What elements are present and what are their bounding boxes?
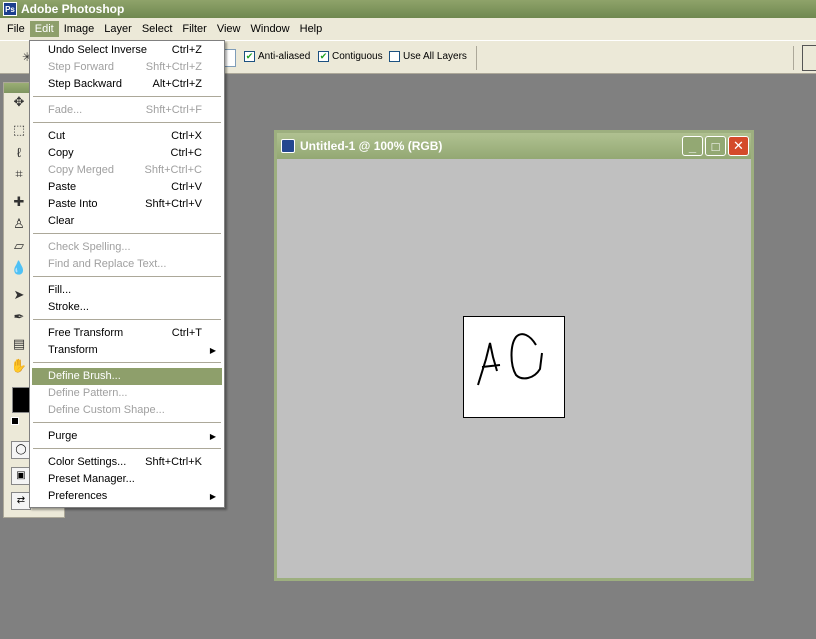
menu-item-purge[interactable]: Purge ▶: [32, 428, 222, 445]
hand-tool-icon[interactable]: ✋: [10, 357, 28, 375]
edit-menu-dropdown: Undo Select Inverse Ctrl+Z Step Forward …: [29, 40, 225, 508]
menu-layer[interactable]: Layer: [99, 21, 137, 37]
menu-item-undo[interactable]: Undo Select Inverse Ctrl+Z: [32, 42, 222, 59]
menu-separator: [33, 422, 221, 423]
blur-tool-icon[interactable]: 💧: [10, 259, 28, 277]
healing-brush-icon[interactable]: ✚: [10, 193, 28, 211]
menu-separator: [33, 448, 221, 449]
menu-item-copy[interactable]: Copy Ctrl+C: [32, 145, 222, 162]
menu-help[interactable]: Help: [295, 21, 328, 37]
document-window: Untitled-1 @ 100% (RGB) _ □ ✕: [274, 130, 754, 581]
close-button[interactable]: ✕: [728, 136, 749, 156]
menu-item-color-settings[interactable]: Color Settings... Shft+Ctrl+K: [32, 454, 222, 471]
contiguous-checkbox[interactable]: ✔ Contiguous: [318, 51, 383, 62]
menu-item-copy-merged[interactable]: Copy Merged Shft+Ctrl+C: [32, 162, 222, 179]
lasso-tool-icon[interactable]: ℓ: [10, 144, 28, 162]
menu-item-paste-into[interactable]: Paste Into Shft+Ctrl+V: [32, 196, 222, 213]
app-titlebar[interactable]: Ps Adobe Photoshop: [0, 0, 816, 18]
marquee-tool-icon[interactable]: ⬚: [10, 121, 28, 139]
document-title: Untitled-1 @ 100% (RGB): [300, 139, 443, 153]
menu-item-define-pattern[interactable]: Define Pattern...: [32, 385, 222, 402]
options-divider: [793, 46, 794, 70]
tolerance-field[interactable]: [224, 49, 236, 67]
menu-separator: [33, 362, 221, 363]
anti-aliased-label: Anti-aliased: [258, 51, 311, 62]
minimize-button[interactable]: _: [682, 136, 703, 156]
menu-edit[interactable]: Edit: [29, 21, 59, 37]
menu-item-define-custom-shape[interactable]: Define Custom Shape...: [32, 402, 222, 419]
menu-select[interactable]: Select: [137, 21, 178, 37]
menu-item-preset-manager[interactable]: Preset Manager...: [32, 471, 222, 488]
menu-item-transform[interactable]: Transform ▶: [32, 342, 222, 359]
document-titlebar[interactable]: Untitled-1 @ 100% (RGB): [277, 133, 751, 159]
move-tool-icon[interactable]: ✥: [10, 93, 28, 111]
menu-item-preferences[interactable]: Preferences ▶: [32, 488, 222, 505]
menu-file[interactable]: File: [2, 21, 30, 37]
menu-view[interactable]: View: [212, 21, 246, 37]
path-select-icon[interactable]: ➤: [10, 286, 28, 304]
menu-separator: [33, 276, 221, 277]
submenu-arrow-icon: ▶: [209, 492, 216, 501]
menu-separator: [33, 319, 221, 320]
menu-image[interactable]: Image: [59, 21, 100, 37]
checkbox-check-icon: ✔: [244, 51, 255, 62]
crop-tool-icon[interactable]: ⌗: [10, 165, 28, 183]
maximize-button[interactable]: □: [705, 136, 726, 156]
use-all-layers-label: Use All Layers: [403, 51, 467, 62]
contiguous-label: Contiguous: [332, 51, 383, 62]
menu-item-define-brush[interactable]: Define Brush...: [32, 368, 222, 385]
checkbox-empty-icon: [389, 51, 400, 62]
document-icon: [281, 139, 295, 153]
screen-mode-icon[interactable]: ▣: [11, 467, 31, 485]
menubar: File Edit Image Layer Select Filter View…: [0, 18, 816, 40]
menu-item-clear[interactable]: Clear: [32, 213, 222, 230]
menu-filter[interactable]: Filter: [177, 21, 211, 37]
menu-window[interactable]: Window: [246, 21, 295, 37]
use-all-layers-checkbox[interactable]: Use All Layers: [389, 51, 467, 62]
menu-separator: [33, 233, 221, 234]
submenu-arrow-icon: ▶: [209, 432, 216, 441]
options-divider: [476, 46, 477, 70]
menu-item-cut[interactable]: Cut Ctrl+X: [32, 128, 222, 145]
menu-item-stroke[interactable]: Stroke...: [32, 299, 222, 316]
menu-item-check-spelling[interactable]: Check Spelling...: [32, 239, 222, 256]
menu-item-free-transform[interactable]: Free Transform Ctrl+T: [32, 325, 222, 342]
menu-item-fade[interactable]: Fade... Shft+Ctrl+F: [32, 102, 222, 119]
quick-mask-icon[interactable]: ◯: [11, 441, 31, 459]
pen-tool-icon[interactable]: ✒: [10, 308, 28, 326]
menu-item-step-backward[interactable]: Step Backward Alt+Ctrl+Z: [32, 76, 222, 93]
checkbox-check-icon: ✔: [318, 51, 329, 62]
jump-to-imageready-icon[interactable]: ⇄: [11, 492, 31, 510]
eraser-tool-icon[interactable]: ▱: [10, 237, 28, 255]
menu-item-step-forward[interactable]: Step Forward Shft+Ctrl+Z: [32, 59, 222, 76]
app-title: Adobe Photoshop: [21, 2, 125, 16]
stamp-tool-icon[interactable]: ♙: [10, 215, 28, 233]
menu-item-paste[interactable]: Paste Ctrl+V: [32, 179, 222, 196]
default-colors-icon[interactable]: [11, 417, 19, 425]
anti-aliased-checkbox[interactable]: ✔ Anti-aliased: [244, 51, 310, 62]
notes-tool-icon[interactable]: ▤: [10, 335, 28, 353]
menu-separator: [33, 122, 221, 123]
image-canvas[interactable]: [463, 316, 565, 418]
handwritten-drawing: [477, 333, 543, 386]
submenu-arrow-icon: ▶: [209, 346, 216, 355]
foreground-color-swatch[interactable]: [12, 387, 30, 413]
menu-item-fill[interactable]: Fill...: [32, 282, 222, 299]
menu-separator: [33, 96, 221, 97]
palette-well[interactable]: [802, 45, 816, 71]
menu-item-find-replace[interactable]: Find and Replace Text...: [32, 256, 222, 273]
photoshop-logo-icon: Ps: [3, 2, 17, 16]
